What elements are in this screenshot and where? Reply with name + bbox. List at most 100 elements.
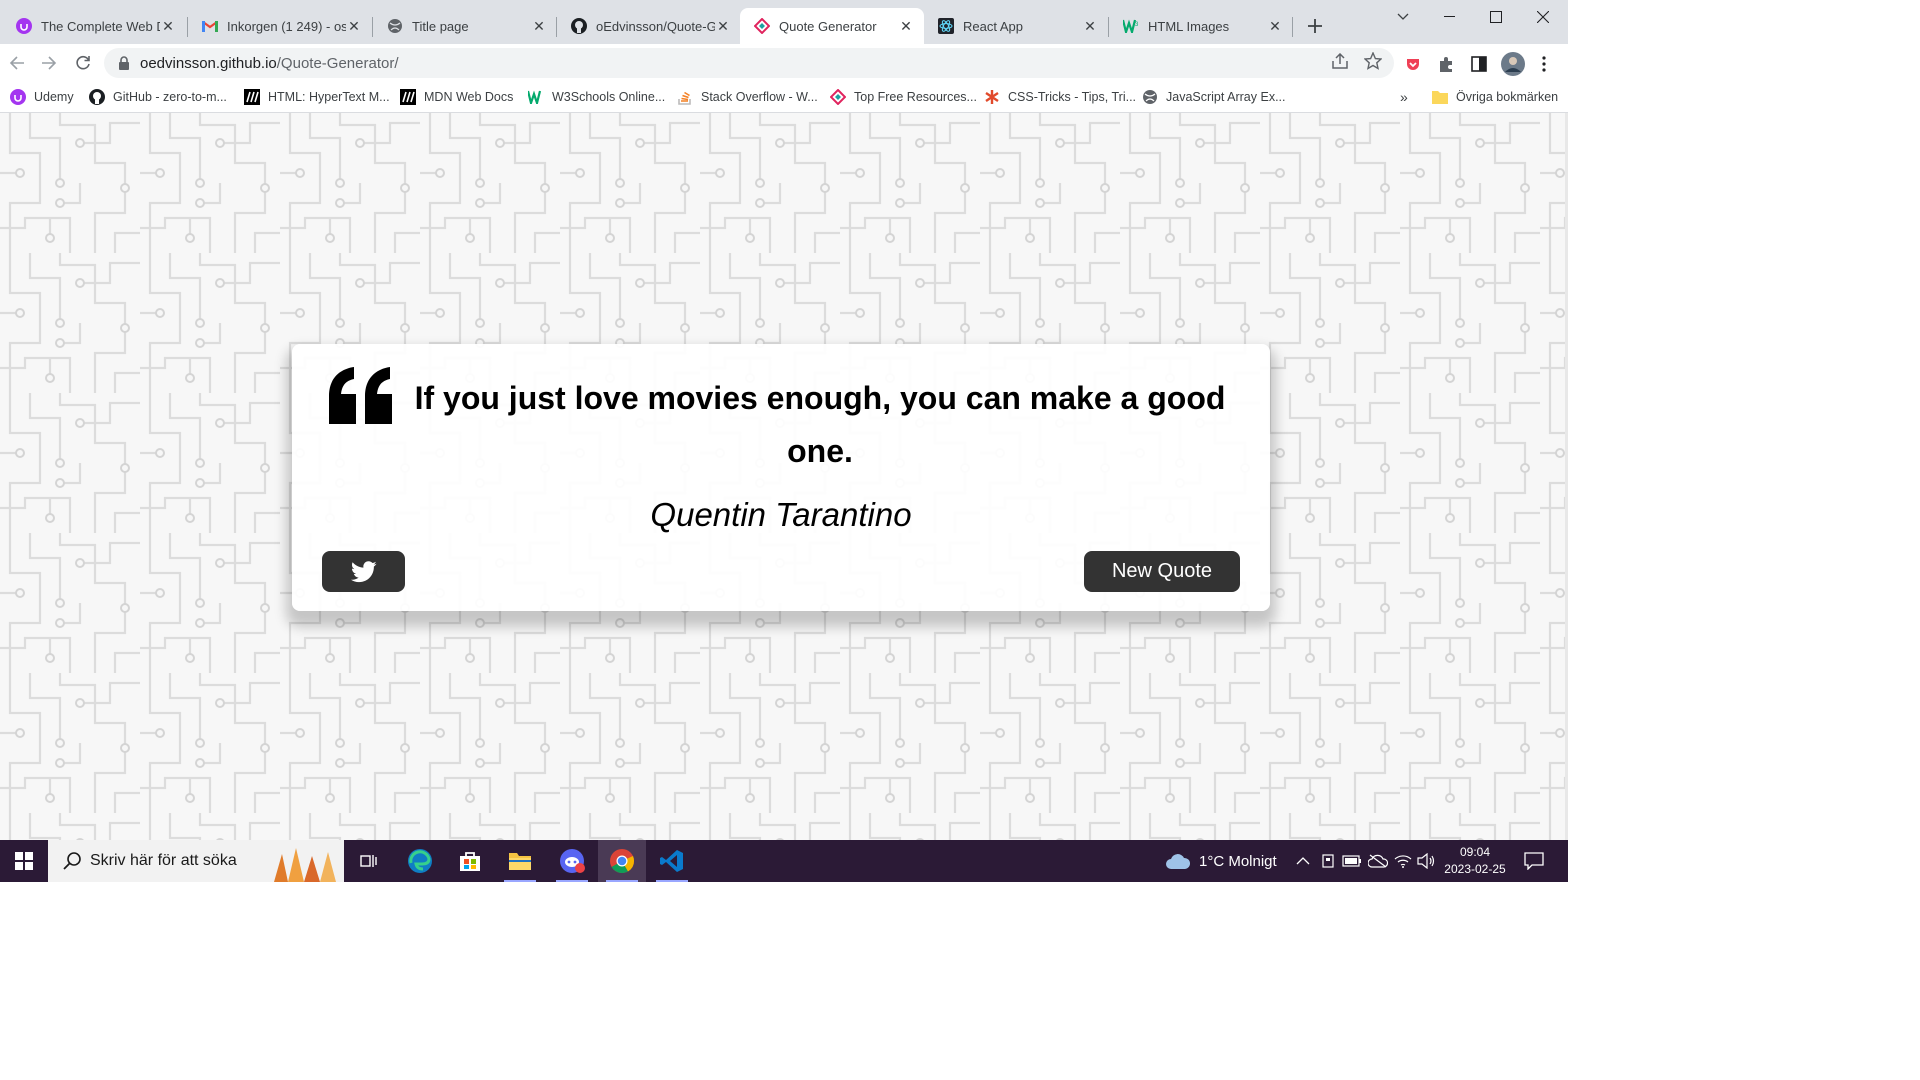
weather-widget[interactable]: 1°C Molnigt — [1165, 840, 1277, 882]
new-tab-button[interactable] — [1303, 14, 1327, 38]
tray-battery[interactable] — [1342, 840, 1362, 882]
taskbar-vscode[interactable] — [648, 840, 696, 882]
bookmark-javascript-array[interactable]: JavaScript Array Ex... — [1142, 86, 1285, 108]
bookmark-udemy[interactable]: Udemy — [10, 86, 74, 108]
other-bookmarks-label: Övriga bokmärken — [1456, 90, 1559, 104]
twitter-icon — [350, 560, 377, 582]
new-quote-button[interactable]: New Quote — [1084, 551, 1240, 592]
share-button[interactable] — [1330, 51, 1350, 71]
arrow-right-icon — [42, 56, 57, 70]
chevron-up-icon — [1296, 857, 1310, 865]
svg-text:3: 3 — [1135, 22, 1139, 28]
taskbar-clock[interactable]: 09:04 2023-02-25 — [1430, 844, 1520, 878]
taskbar-chrome[interactable] — [598, 840, 646, 882]
device-icon — [1322, 854, 1334, 868]
clock-date: 2023-02-25 — [1444, 862, 1506, 876]
taskbar-discord[interactable] — [548, 840, 596, 882]
forward-button[interactable] — [36, 50, 62, 76]
tab-separator — [1292, 17, 1293, 37]
tab-quote-generator[interactable]: Quote Generator ✕ — [740, 8, 924, 44]
udemy-icon — [16, 18, 32, 34]
bookmarks-bar: Udemy GitHub - zero-to-m... HTML: HyperT… — [0, 82, 1568, 113]
reload-button[interactable] — [70, 50, 96, 76]
plus-icon — [1308, 19, 1322, 33]
star-icon — [1364, 52, 1382, 70]
show-hidden-icons-button[interactable] — [1296, 840, 1310, 882]
close-icon[interactable]: ✕ — [531, 18, 547, 34]
tab-github[interactable]: oEdvinsson/Quote-Ge ✕ — [557, 8, 741, 44]
cloud-offline-icon — [1368, 854, 1388, 868]
tab-title: Inkorgen (1 249) - osc — [227, 18, 346, 34]
folder-icon — [509, 853, 531, 870]
bookmarks-overflow-button[interactable]: » — [1400, 86, 1408, 108]
maximize-button[interactable] — [1473, 0, 1519, 34]
tab-search-button[interactable] — [1380, 0, 1426, 34]
maximize-icon — [1490, 11, 1502, 23]
globe-icon — [1142, 89, 1158, 105]
close-window-button[interactable] — [1520, 0, 1566, 34]
taskbar-edge[interactable] — [396, 840, 444, 882]
bookmark-label: MDN Web Docs — [424, 90, 514, 104]
notification-icon — [1524, 852, 1544, 870]
minimize-button[interactable] — [1426, 0, 1472, 34]
bookmark-label: HTML: HyperText M... — [268, 90, 390, 104]
overflow-chevron: » — [1400, 89, 1408, 105]
vscode-icon — [660, 850, 683, 872]
tab-title: HTML Images — [1148, 18, 1230, 34]
bookmark-mdn[interactable]: MDN Web Docs — [400, 86, 513, 108]
bookmark-css-tricks[interactable]: CSS-Tricks - Tips, Tri... — [984, 86, 1136, 108]
bookmark-w3schools[interactable]: W3Schools Online... — [528, 86, 665, 108]
page-scrollbar[interactable] — [1565, 113, 1568, 840]
taskbar-store[interactable] — [446, 840, 494, 882]
close-icon[interactable]: ✕ — [898, 18, 914, 34]
tab-html-images[interactable]: 3 HTML Images ✕ — [1109, 8, 1293, 44]
bookmark-label: GitHub - zero-to-m... — [113, 90, 227, 104]
bookmark-html-hypertext[interactable]: HTML: HyperText M... — [244, 86, 390, 108]
task-view-button[interactable] — [344, 840, 392, 882]
w3schools-icon — [528, 89, 544, 105]
chrome-icon — [610, 849, 635, 874]
tweet-quote-button[interactable] — [322, 551, 405, 592]
menu-button[interactable] — [1533, 53, 1555, 75]
tab-title: Quote Generator — [779, 18, 877, 34]
wifi-icon — [1394, 855, 1412, 868]
chevron-down-icon — [1397, 13, 1409, 20]
close-icon[interactable]: ✕ — [1082, 18, 1098, 34]
tab-udemy[interactable]: The Complete Web De ✕ — [2, 8, 186, 44]
notifications-button[interactable] — [1524, 840, 1544, 882]
side-panel-button[interactable] — [1468, 53, 1490, 75]
bookmark-label: JavaScript Array Ex... — [1166, 90, 1286, 104]
tab-title: Title page — [412, 18, 469, 34]
url-path: /Quote-Generator/ — [276, 54, 399, 72]
tray-device-icon[interactable] — [1320, 840, 1336, 882]
search-placeholder: Skriv här för att söka — [90, 852, 237, 869]
bookmark-top-free-resources[interactable]: Top Free Resources... — [830, 86, 977, 108]
quote-generator-icon — [754, 18, 770, 34]
tray-onedrive[interactable] — [1368, 840, 1388, 882]
other-bookmarks-folder[interactable]: Övriga bokmärken — [1432, 86, 1558, 108]
avatar — [1501, 52, 1525, 76]
arrow-left-icon — [9, 56, 24, 70]
start-button[interactable] — [0, 840, 48, 882]
w3schools-icon: 3 — [1123, 18, 1139, 34]
close-icon[interactable]: ✕ — [1267, 18, 1283, 34]
close-icon[interactable]: ✕ — [715, 18, 731, 34]
extension-pocket-button[interactable] — [1402, 53, 1424, 75]
profile-avatar[interactable] — [1500, 51, 1526, 77]
taskbar-search-box[interactable]: Skriv här för att söka — [48, 840, 344, 882]
extensions-button[interactable] — [1435, 53, 1457, 75]
tab-title-page[interactable]: Title page ✕ — [373, 8, 557, 44]
bookmark-stackoverflow[interactable]: Stack Overflow - W... — [677, 86, 818, 108]
url-host: oedvinsson.github.io — [140, 54, 277, 72]
tab-gmail[interactable]: Inkorgen (1 249) - osc ✕ — [188, 8, 372, 44]
close-icon[interactable]: ✕ — [160, 18, 176, 34]
bookmark-star-button[interactable] — [1363, 51, 1383, 71]
close-icon[interactable]: ✕ — [346, 18, 362, 34]
taskbar-file-explorer[interactable] — [496, 840, 544, 882]
bookmark-github[interactable]: GitHub - zero-to-m... — [89, 86, 227, 108]
tray-network[interactable] — [1394, 840, 1412, 882]
tab-react-app[interactable]: React App ✕ — [924, 8, 1108, 44]
bookmark-label: W3Schools Online... — [552, 90, 666, 104]
address-bar[interactable]: oedvinsson.github.io/Quote-Generator/ — [104, 48, 1394, 78]
back-button[interactable] — [4, 50, 30, 76]
